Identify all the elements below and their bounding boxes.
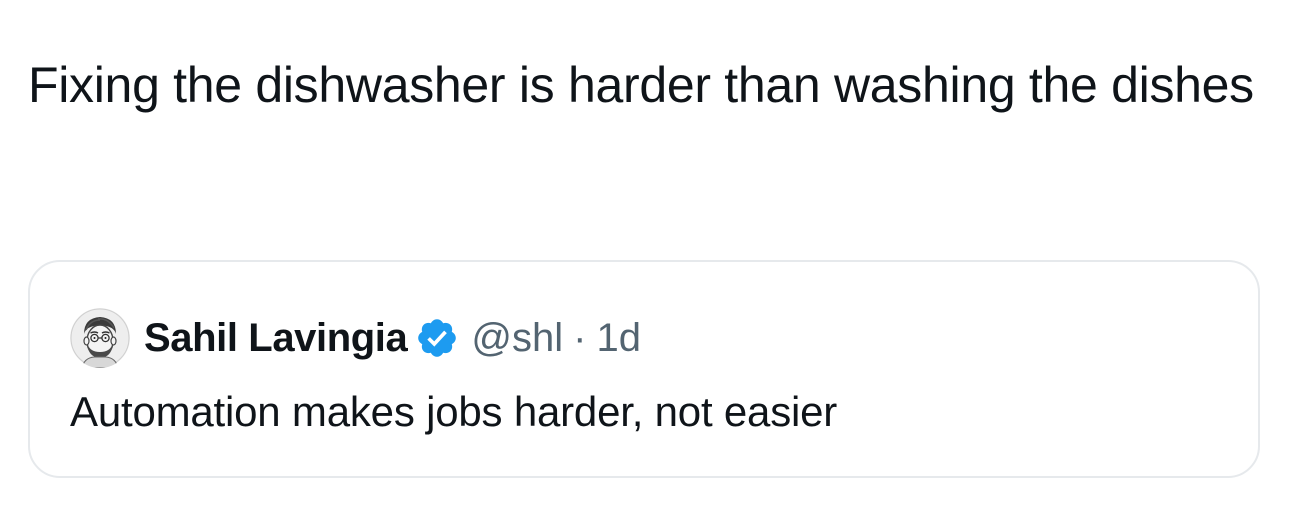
avatar-sketch-icon <box>70 308 130 368</box>
quoted-tweet-header: Sahil Lavingia @shl · 1d <box>70 306 641 370</box>
timestamp[interactable]: 1d <box>596 316 641 361</box>
separator-dot: · <box>573 315 587 360</box>
quoted-tweet-card[interactable]: Sahil Lavingia @shl · 1d Automation make… <box>28 260 1260 478</box>
author-name[interactable]: Sahil Lavingia <box>144 316 408 361</box>
tweet-text: Fixing the dishwasher is harder than was… <box>28 57 1254 113</box>
avatar[interactable] <box>70 308 130 368</box>
author-handle[interactable]: @shl <box>471 316 563 361</box>
verified-badge-icon <box>418 319 457 357</box>
quoted-tweet-text: Automation makes jobs harder, not easier <box>70 388 838 435</box>
